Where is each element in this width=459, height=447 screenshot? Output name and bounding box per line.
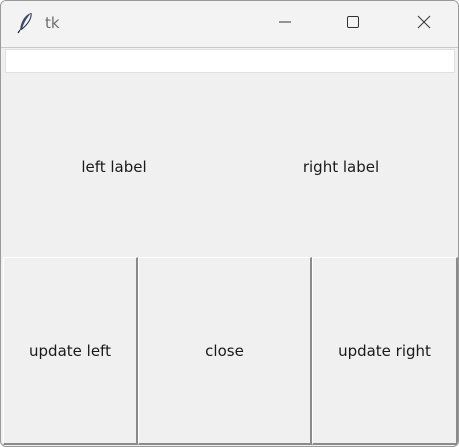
close-window-button[interactable] bbox=[401, 1, 447, 47]
right-label: right label bbox=[302, 158, 380, 176]
feather-icon bbox=[17, 12, 35, 34]
close-button-label: close bbox=[205, 341, 244, 360]
update-right-button[interactable]: update right bbox=[312, 257, 458, 445]
title-bar[interactable]: tk bbox=[1, 1, 458, 48]
close-icon bbox=[417, 15, 431, 34]
close-button[interactable]: close bbox=[138, 257, 312, 445]
left-label: left label bbox=[81, 158, 147, 176]
maximize-icon bbox=[346, 15, 360, 34]
update-left-button-label: update left bbox=[29, 341, 111, 360]
update-right-button-label: update right bbox=[338, 341, 431, 360]
text-entry[interactable] bbox=[5, 49, 455, 73]
update-left-button[interactable]: update left bbox=[3, 257, 138, 445]
minimize-icon bbox=[278, 15, 292, 34]
window-title: tk bbox=[45, 14, 60, 32]
maximize-button[interactable] bbox=[330, 1, 376, 47]
tk-window: tk left label right label update left cl… bbox=[0, 0, 459, 447]
minimize-button[interactable] bbox=[262, 1, 308, 47]
